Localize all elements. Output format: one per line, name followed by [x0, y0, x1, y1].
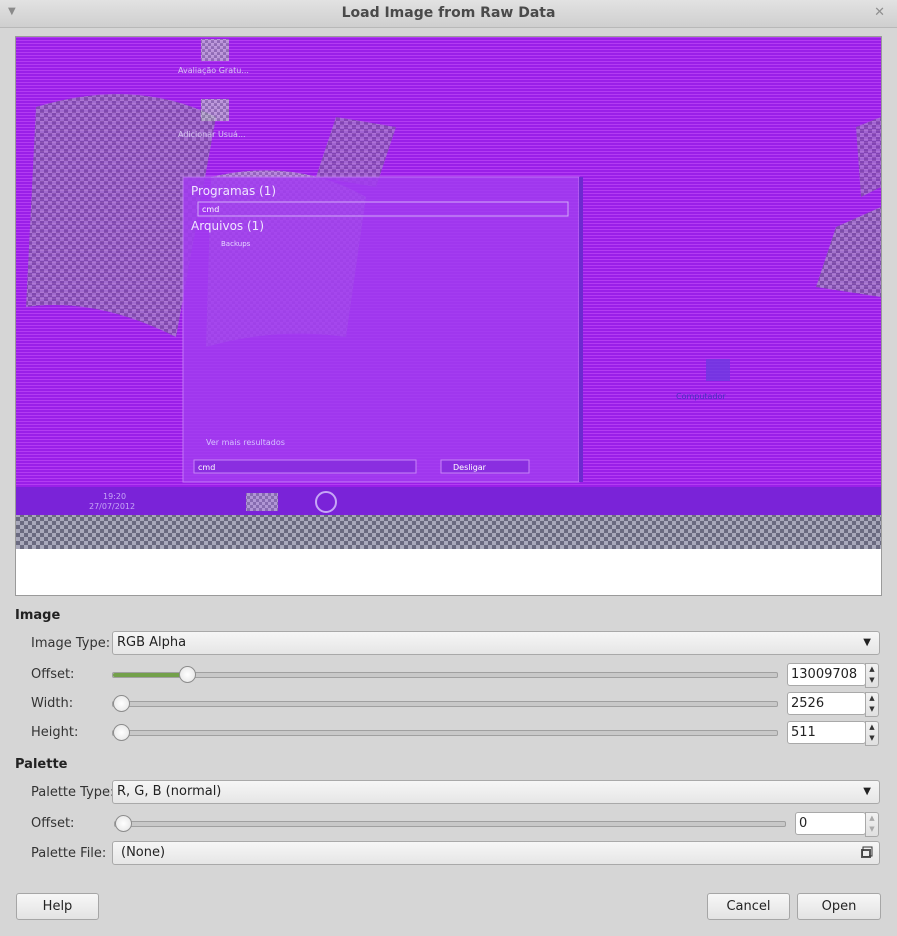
width-slider[interactable] [112, 695, 778, 712]
desktop-icon-3-label: Computador [676, 392, 726, 401]
image-section-header: Image [15, 608, 61, 623]
svg-text:Desligar: Desligar [453, 463, 487, 472]
start-see-more: Ver mais resultados [206, 438, 285, 447]
palette-offset-label: Offset: [31, 816, 75, 831]
height-spin-arrows[interactable]: ▲ ▼ [865, 721, 879, 746]
help-button[interactable]: Help [16, 893, 99, 920]
width-spinbutton[interactable]: ▲▼ [787, 692, 879, 717]
width-slider-knob[interactable] [113, 695, 130, 712]
palette-type-label: Palette Type: [31, 785, 115, 800]
palette-offset-spinbutton[interactable]: ▲▼ [795, 812, 879, 837]
cancel-button[interactable]: Cancel [707, 893, 790, 920]
palette-offset-input[interactable] [799, 815, 869, 832]
offset-label: Offset: [31, 667, 75, 682]
checker-strip [16, 515, 881, 549]
width-spin-arrows[interactable]: ▲ ▼ [865, 692, 879, 717]
height-slider[interactable] [112, 724, 778, 741]
palette-type-value: R, G, B (normal) [117, 784, 222, 799]
palette-offset-slider-knob[interactable] [115, 815, 132, 832]
svg-text:cmd: cmd [198, 463, 215, 472]
offset-spinbutton[interactable]: ▲▼ [787, 663, 879, 688]
desktop-icon-2-label: Adicionar Usuá... [178, 130, 246, 139]
dialog-title: Load Image from Raw Data [341, 5, 556, 21]
offset-slider[interactable] [112, 666, 778, 683]
palette-offset-slider[interactable] [114, 815, 786, 832]
dropdown-arrow-icon: ▼ [863, 786, 871, 797]
height-slider-knob[interactable] [113, 724, 130, 741]
start-files-label: Arquivos (1) [191, 219, 264, 233]
offset-slider-fill [113, 673, 188, 677]
raw-image-preview: Avaliação Gratu... Adicionar Usuá... Com… [15, 36, 882, 596]
palette-file-value: (None) [121, 845, 166, 860]
height-spinbutton[interactable]: ▲▼ [787, 721, 879, 746]
close-icon[interactable]: ✕ [874, 5, 885, 20]
file-chooser-icon [861, 846, 873, 858]
start-programs-label: Programas (1) [191, 184, 276, 198]
height-input[interactable] [791, 724, 861, 741]
image-type-label: Image Type: [31, 636, 111, 651]
image-type-combo[interactable]: RGB Alpha ▼ [112, 631, 880, 655]
palette-file-label: Palette File: [31, 846, 107, 861]
taskbar [16, 487, 881, 515]
taskbar-date: 27/07/2012 [89, 502, 135, 511]
palette-file-chooser[interactable]: (None) [112, 841, 880, 865]
start-selected-text: cmd [202, 205, 219, 214]
width-label: Width: [31, 696, 74, 711]
palette-type-combo[interactable]: R, G, B (normal) ▼ [112, 780, 880, 804]
palette-section-header: Palette [15, 757, 68, 772]
offset-input[interactable] [791, 666, 861, 683]
taskbar-time: 19:20 [103, 492, 126, 501]
width-input[interactable] [791, 695, 861, 712]
title-bar: ▼ Load Image from Raw Data ✕ [0, 0, 897, 28]
height-label: Height: [31, 725, 79, 740]
desktop-icon-shape [201, 39, 229, 61]
desktop-icon-1-label: Avaliação Gratu... [178, 66, 249, 75]
dropdown-arrow-icon: ▼ [863, 637, 871, 648]
palette-offset-spin-arrows[interactable]: ▲ ▼ [865, 812, 879, 837]
open-button[interactable]: Open [797, 893, 881, 920]
start-search-box [193, 459, 417, 474]
offset-slider-knob[interactable] [179, 666, 197, 683]
image-type-value: RGB Alpha [117, 635, 187, 650]
offset-spin-arrows[interactable]: ▲ ▼ [865, 663, 879, 688]
start-file-item: Backups [221, 240, 251, 248]
